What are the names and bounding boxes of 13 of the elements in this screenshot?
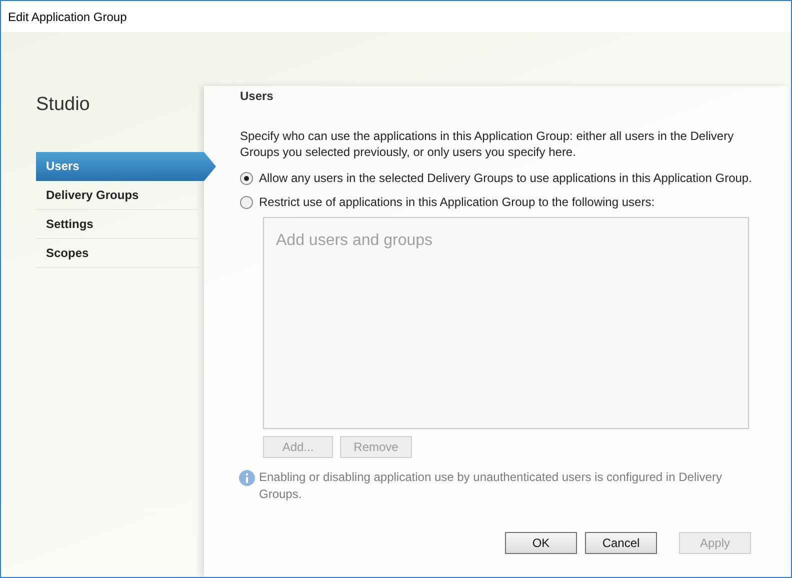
radio-button[interactable] [240,196,253,208]
sidebar-item[interactable]: Users [36,152,216,181]
option-label: Allow any users in the selected Delivery Groups to use applications in this Application Group. [259,171,752,185]
section-heading: Users [240,88,274,105]
dialog-button[interactable]: Cancel [585,532,657,554]
description-text: Specify who can use the applications in this Application Group: either all users in the Delivery Groups you selected previously, or only users you specify here. [240,128,735,160]
info-text: Enabling or disabling application use by unauthenticated users is configured in Delivery Groups. [259,469,723,503]
sidebar-title: Studio [36,94,91,117]
window-title: Edit Application Group [8,10,127,24]
option-label: Restrict use of applications in this Application Group to the following users: [259,195,655,209]
dialog-button[interactable]: OK [505,532,577,554]
info-icon [239,470,255,486]
radio-button[interactable] [240,172,253,184]
